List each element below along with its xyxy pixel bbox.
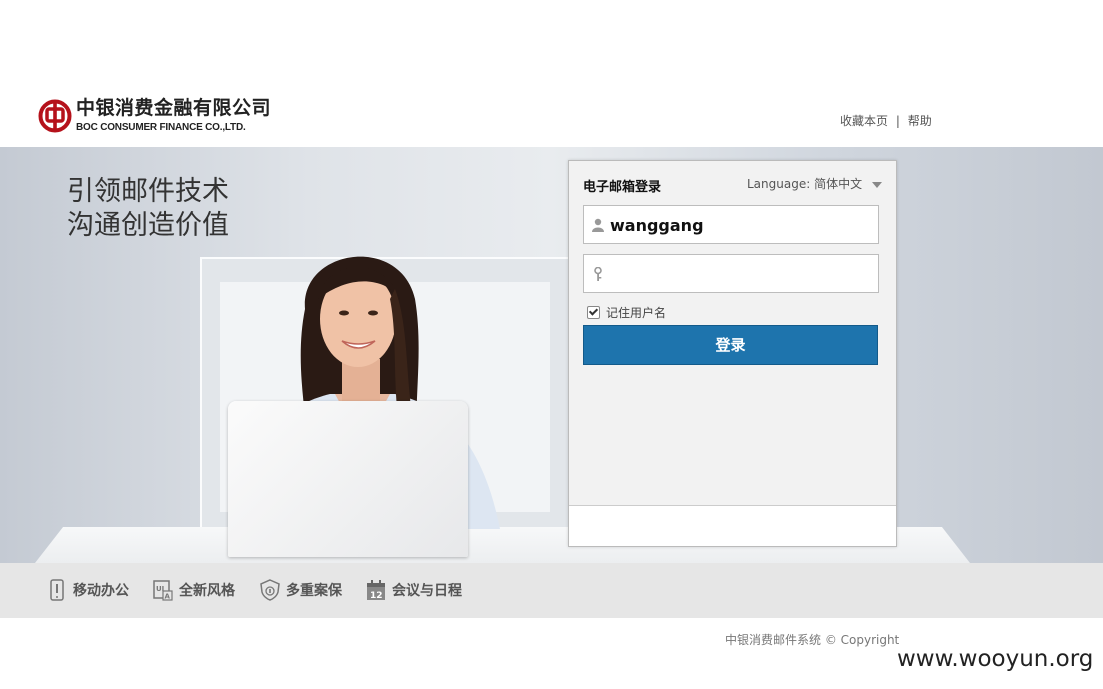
remember-label: 记住用户名 [606,306,667,320]
shield-icon [260,579,280,601]
username-value: wanggang [610,216,704,235]
ui-style-icon: UI A [153,580,173,601]
boc-logo-icon [38,99,72,133]
feature-meetings-calendar: 12 会议与日程 [366,579,462,603]
logo-english-name: BOC CONSUMER FINANCE CO.,LTD. [76,122,246,133]
mobile-icon [50,579,64,601]
slogan: 引领邮件技术 沟通创造价值 [67,175,229,243]
slogan-line-1: 引领邮件技术 [67,176,229,207]
bookmark-link[interactable]: 收藏本页 [840,114,888,128]
feature-label: 全新风格 [179,583,235,599]
calendar-icon-day: 12 [370,591,383,601]
feature-new-style: UI A 全新风格 [153,579,235,603]
chevron-down-icon [871,181,882,188]
language-label: Language: [747,177,811,191]
slogan-line-2: 沟通创造价值 [67,210,229,241]
company-logo: 中银消费金融有限公司 BOC CONSUMER FINANCE CO.,LTD. [38,91,271,143]
top-links: 收藏本页 | 帮助 [840,112,932,129]
remember-username[interactable]: 记住用户名 [587,304,666,321]
key-icon [594,267,602,281]
link-separator: | [895,114,900,128]
login-panel: 电子邮箱登录 Language: 简体中文 wanggang 记住用户名 登录 [568,160,897,547]
feature-label: 移动办公 [73,583,129,599]
login-button[interactable]: 登录 [583,325,878,365]
logo-chinese-name: 中银消费金融有限公司 [76,97,272,119]
help-link[interactable]: 帮助 [908,114,932,128]
feature-mobile-office: 移动办公 [47,579,129,603]
watermark-text: www.wooyun.org [897,646,1094,672]
hero-banner: 引领邮件技术 沟通创造价值 [0,147,1103,563]
language-selector[interactable]: Language: 简体中文 [747,175,882,192]
feature-security: 多重案保 [260,579,342,603]
login-panel-footer [569,505,896,546]
login-title: 电子邮箱登录 [583,180,662,195]
password-field[interactable] [583,254,879,293]
feature-bar: 移动办公 UI A 全新风格 多重案保 12 会议与日程 [0,563,1103,618]
laptop [228,401,468,557]
feature-label: 多重案保 [286,583,342,599]
user-icon [592,218,604,232]
calendar-icon: 12 [367,580,385,601]
remember-checkbox[interactable] [587,306,600,319]
language-value: 简体中文 [814,177,863,191]
copyright-text: 中银消费邮件系统 © Copyright [725,633,900,647]
feature-label: 会议与日程 [392,583,462,599]
svg-text:A: A [165,593,171,601]
username-field[interactable]: wanggang [583,205,879,244]
